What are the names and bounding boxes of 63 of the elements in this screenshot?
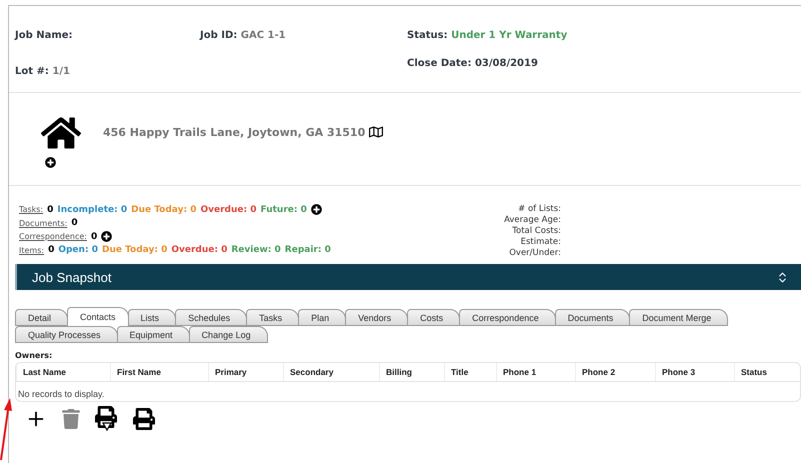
tab[interactable]: Vendors [345,309,408,326]
empty-message: No records to display. [17,388,106,401]
status-count: Overdue: 0 [171,245,228,255]
status-count: Incomplete: 0 [57,204,128,214]
summary-link[interactable]: Documents: [19,218,68,228]
column-header[interactable]: Status [734,363,800,381]
metric-label: # of Lists: [518,204,561,214]
delete-icon[interactable] [61,409,81,429]
tab[interactable]: Detail [15,309,68,326]
snapshot-title: Job Snapshot [32,270,112,284]
column-header[interactable]: First Name [110,363,208,381]
owners-label: Owners: [15,351,54,360]
status-count: Review: 0 [231,245,281,255]
column-header[interactable]: Secondary [283,363,379,381]
column-header[interactable]: Phone 1 [496,363,575,381]
tab[interactable]: Tasks [246,309,300,326]
status-count: Future: 0 [260,204,307,214]
status-count: Due Today: 0 [102,245,168,255]
column-header[interactable]: Last Name [16,363,110,381]
status-count: Repair: 0 [284,245,331,255]
job-name-label: Job Name: [15,30,74,43]
column-header[interactable]: Phone 3 [655,363,734,381]
add-circle-icon[interactable] [310,204,322,215]
tab[interactable]: Costs [407,309,460,326]
annotation-arrow [0,398,12,460]
add-circle-icon[interactable] [101,231,112,242]
status-count: Open: 0 [58,245,98,255]
metric-label: Estimate: [520,237,561,247]
summary-count: 0 [48,245,54,255]
status-count: Overdue: 0 [200,204,256,214]
status-count: Due Today: 0 [131,204,196,214]
lot-label: Lot #: 1/1 [15,66,71,79]
metric-label: Total Costs: [512,226,561,236]
column-header[interactable]: Primary [208,363,283,381]
column-header[interactable]: Phone 2 [575,363,655,381]
summary-count: 0 [71,218,78,228]
metric-label: Average Age: [504,215,561,225]
tab[interactable]: Plan [298,309,346,326]
tab[interactable]: Documents [554,309,630,326]
metric-label: Over/Under: [509,248,561,258]
summary-link[interactable]: Correspondence: [19,232,87,241]
snapshot-header[interactable]: Job Snapshot [15,264,801,290]
map-icon[interactable] [369,125,384,139]
add-circle-icon[interactable] [45,157,56,168]
status-label: Status: Under 1 Yr Warranty [407,30,568,43]
column-header[interactable]: Billing [379,363,444,381]
tab[interactable]: Document Merge [629,309,728,326]
close-date-label: Close Date: 03/08/2019 [407,58,539,71]
summary-count: 0 [90,232,98,242]
print-filter-icon[interactable] [95,406,119,432]
column-header[interactable]: Title [444,363,496,381]
tab[interactable]: Correspondence [459,309,556,326]
summary-count: 0 [47,204,54,214]
job-id-label: Job ID: GAC 1-1 [200,30,287,43]
print-icon[interactable] [133,408,155,430]
tab[interactable]: Equipment [116,326,190,343]
summary-link[interactable]: Tasks: [19,205,44,214]
tab[interactable]: Schedules [175,309,248,326]
tab[interactable]: Lists [128,309,176,326]
summary-link[interactable]: Items: [19,246,44,254]
tab[interactable]: Change Log [188,326,268,343]
address-text: 456 Happy Trails Lane, Joytown, GA 31510 [103,126,366,138]
tab[interactable]: Quality Processes [15,326,118,343]
